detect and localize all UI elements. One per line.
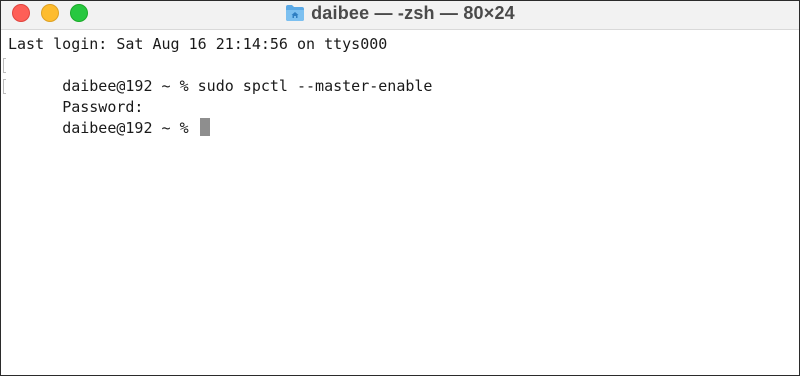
folder-home-icon	[285, 4, 305, 22]
terminal-window: daibee — -zsh — 80×24 Last login: Sat Au…	[0, 0, 800, 376]
terminal-line: daibee@192 ~ % sudo spctl --master-enabl…	[3, 55, 795, 95]
terminal-prompt-line[interactable]: daibee@192 ~ %	[8, 97, 795, 137]
text-cursor	[199, 118, 210, 136]
command-mark	[3, 58, 6, 73]
command-mark	[3, 79, 6, 94]
terminal-content[interactable]: Last login: Sat Aug 16 21:14:56 on ttys0…	[3, 34, 795, 371]
terminal-line: Password:	[3, 76, 795, 116]
title-bar[interactable]: daibee — -zsh — 80×24	[1, 1, 799, 30]
terminal-line: Last login: Sat Aug 16 21:14:56 on ttys0…	[8, 35, 388, 53]
window-title: daibee — -zsh — 80×24	[311, 2, 515, 23]
title-group: daibee — -zsh — 80×24	[1, 1, 799, 25]
terminal-prompt: daibee@192 ~ %	[62, 119, 198, 137]
